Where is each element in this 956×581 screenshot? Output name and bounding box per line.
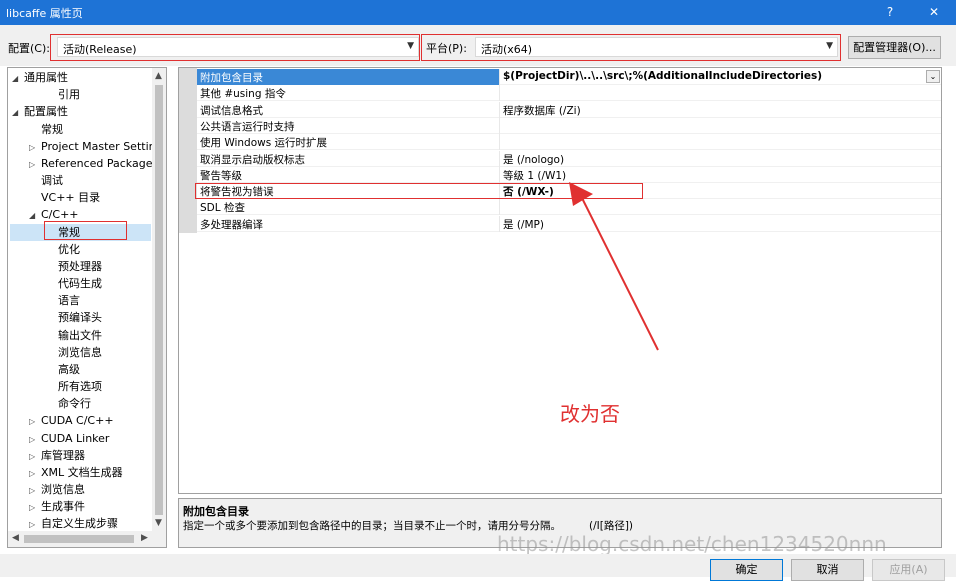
description-title: 附加包含目录 (183, 505, 249, 518)
description-text: 指定一个或多个要添加到包含路径中的目录；当目录不止一个时，请用分号分隔。 (183, 520, 561, 532)
arrow-head (569, 182, 593, 206)
annotation-arrow (569, 182, 659, 351)
description-switch: (/I[路径]) (589, 520, 634, 532)
annotation-text: 改为否 (560, 402, 620, 426)
watermark: https://blog.csdn.net/chen1234520nnn (497, 532, 887, 556)
cancel-button[interactable]: 取消 (791, 559, 864, 581)
dialog-footer: 确定 取消 应用(A) (0, 554, 956, 581)
ok-button[interactable]: 确定 (710, 559, 783, 581)
arrow-line (580, 195, 659, 351)
apply-button[interactable]: 应用(A) (872, 559, 945, 581)
